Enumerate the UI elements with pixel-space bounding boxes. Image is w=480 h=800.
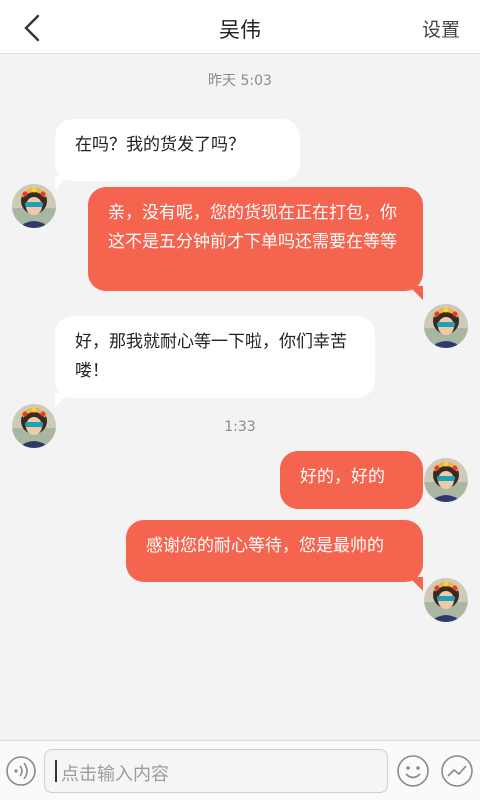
trend-icon [441, 755, 473, 787]
user-avatar[interactable] [424, 578, 468, 622]
message-text: 感谢您的耐心等待，您是最帅的 [146, 536, 384, 556]
message-text: 好，那我就耐心等一下啦，你们幸苦喽！ [75, 332, 347, 381]
outgoing-message-bubble[interactable]: 好的，好的 [280, 451, 423, 509]
outgoing-message-bubble[interactable]: 感谢您的耐心等待，您是最帅的 [126, 520, 423, 582]
incoming-message-bubble[interactable]: 在吗？我的货发了吗？ [55, 119, 300, 181]
chat-header: 吴伟 设置 [0, 0, 480, 54]
timestamp: 昨天 5:03 [208, 73, 272, 89]
bubble-tail [409, 577, 423, 591]
bubble-tail [55, 393, 69, 407]
text-caret [55, 760, 57, 782]
timestamp: 1:33 [224, 419, 256, 435]
message-text: 在吗？我的货发了吗？ [75, 135, 245, 155]
smiley-icon [397, 755, 429, 787]
message-input-bar: 点击输入内容 [0, 740, 480, 800]
contact-avatar[interactable] [12, 184, 56, 228]
user-avatar[interactable] [424, 304, 468, 348]
user-avatar[interactable] [424, 458, 468, 502]
voice-input-button[interactable] [5, 755, 37, 787]
message-input[interactable]: 点击输入内容 [44, 749, 388, 793]
input-placeholder: 点击输入内容 [61, 764, 169, 785]
emoji-button[interactable] [396, 754, 430, 788]
message-text: 好的，好的 [300, 467, 385, 487]
bubble-tail [409, 286, 423, 300]
more-options-button[interactable] [440, 754, 474, 788]
settings-button[interactable]: 设置 [422, 15, 460, 42]
bubble-tail [55, 176, 69, 190]
incoming-message-bubble[interactable]: 好，那我就耐心等一下啦，你们幸苦喽！ [55, 316, 375, 398]
message-text: 亲，没有呢，您的货现在正在打包，你这不是五分钟前才下单吗还需要在等等 [108, 203, 397, 252]
voice-icon [6, 756, 36, 786]
outgoing-message-bubble[interactable]: 亲，没有呢，您的货现在正在打包，你这不是五分钟前才下单吗还需要在等等 [88, 187, 423, 291]
chat-title: 吴伟 [219, 18, 261, 42]
